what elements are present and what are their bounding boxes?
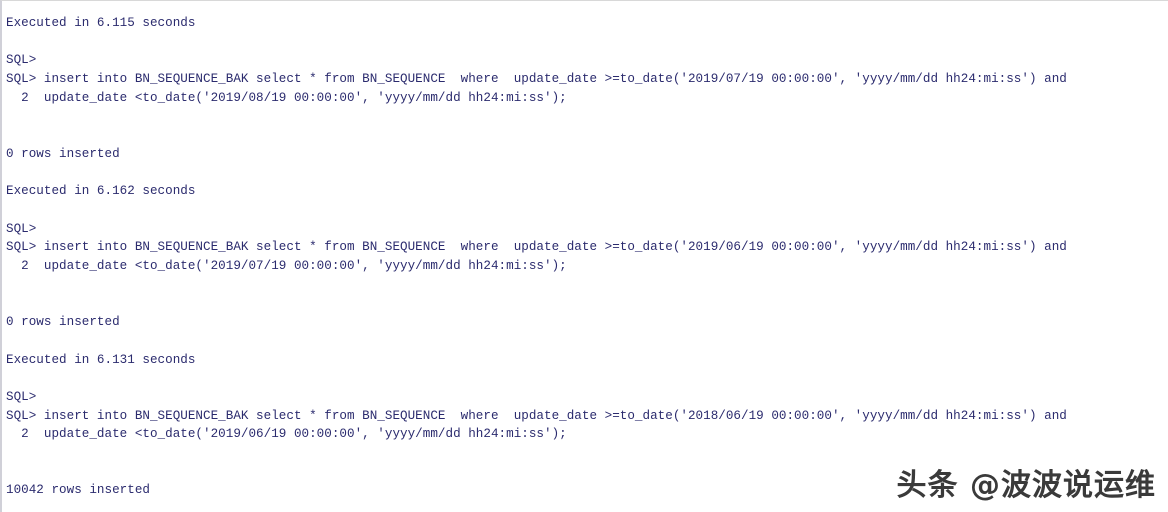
terminal-line-result: 0 rows inserted xyxy=(6,315,120,330)
terminal-window: Executed in 6.115 seconds SQL> SQL> insert… xyxy=(0,0,1168,512)
terminal-line-prompt: SQL> xyxy=(6,53,37,68)
terminal-line-command: SQL> insert into BN_SEQUENCE_BAK select … xyxy=(6,72,1067,87)
terminal-line-status: Executed in 6.162 seconds xyxy=(6,184,196,199)
terminal-line-command: SQL> insert into BN_SEQUENCE_BAK select … xyxy=(6,240,1067,255)
terminal-line-continuation: 2 update_date <to_date('2019/07/19 00:00… xyxy=(6,259,567,274)
terminal-line-result: 0 rows inserted xyxy=(6,146,120,161)
terminal-line-continuation: 2 update_date <to_date('2019/08/19 00:00… xyxy=(6,90,567,105)
terminal-line-prompt: SQL> xyxy=(6,389,37,404)
terminal-line-command: SQL> insert into BN_SEQUENCE_BAK select … xyxy=(6,408,1067,423)
terminal-line-prompt: SQL> xyxy=(6,221,37,236)
terminal-output[interactable]: Executed in 6.115 seconds SQL> SQL> insert… xyxy=(6,14,1166,512)
terminal-line-continuation: 2 update_date <to_date('2019/06/19 00:00… xyxy=(6,427,567,442)
terminal-line-status: Executed in 6.115 seconds xyxy=(6,16,196,30)
terminal-line-status: Executed in 6.131 seconds xyxy=(6,352,196,367)
watermark-label: 头条 @波波说运维 xyxy=(896,468,1156,503)
